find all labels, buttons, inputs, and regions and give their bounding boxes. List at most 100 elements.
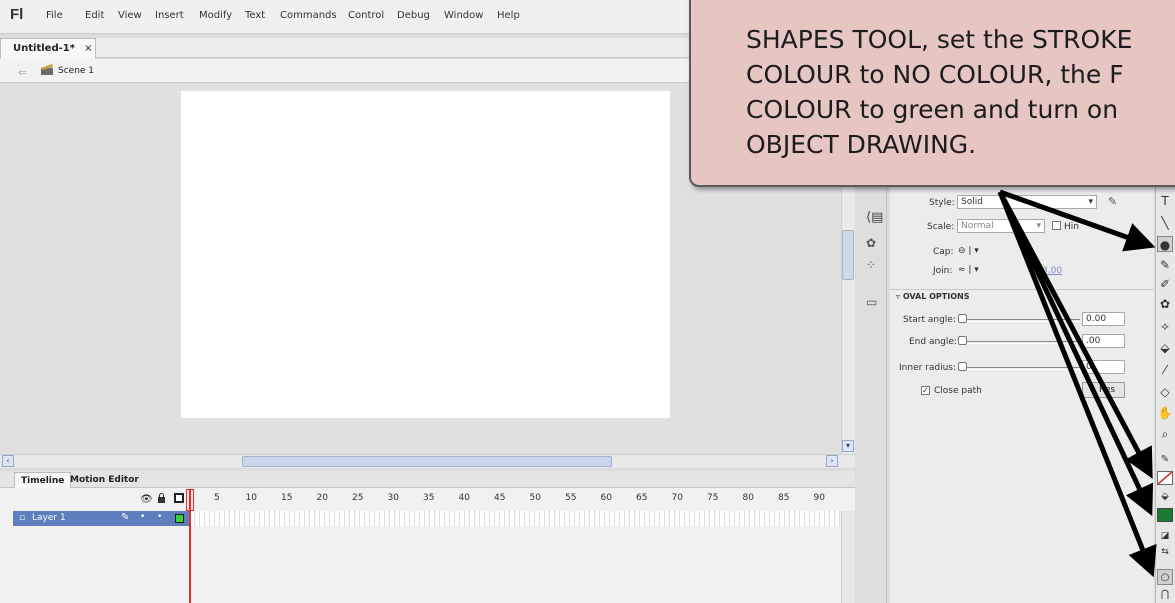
menu-modify[interactable]: Modify	[199, 10, 232, 21]
chevron-down-icon: ▾	[1088, 197, 1093, 207]
app-logo: Fl	[10, 6, 24, 23]
playhead[interactable]	[189, 489, 191, 603]
line-tool-icon[interactable]: ╲	[1157, 215, 1173, 231]
miter-value[interactable]: 3.00	[1042, 266, 1062, 276]
lock-icon[interactable]	[157, 493, 166, 503]
eraser-icon[interactable]: ◇	[1157, 384, 1173, 400]
frame-number: 80	[742, 493, 754, 503]
end-angle-slider[interactable]	[960, 341, 1080, 344]
layer-row[interactable]: ▫ Layer 1 ✎ • •	[13, 511, 190, 526]
bone-tool-icon[interactable]: ⟡	[1157, 318, 1173, 334]
horizontal-scroll-thumb[interactable]	[242, 456, 612, 467]
frame-number: 35	[423, 493, 435, 503]
edit-stroke-style-icon[interactable]: ✎	[1108, 195, 1117, 208]
menu-view[interactable]: View	[118, 10, 142, 21]
zoom-tool-icon[interactable]: ⌕	[1157, 426, 1173, 442]
chevron-down-icon: ▾	[1036, 221, 1041, 231]
pencil-tool-icon[interactable]: ✎	[1157, 257, 1173, 273]
menu-insert[interactable]: Insert	[155, 10, 184, 21]
snap-magnet-icon[interactable]: ⋂	[1157, 587, 1173, 603]
visibility-dot[interactable]: •	[140, 512, 145, 522]
frame-number: 60	[600, 493, 612, 503]
scene-label[interactable]: Scene 1	[58, 66, 94, 76]
fill-color-icon[interactable]: ⬙	[1157, 489, 1173, 505]
tab-motion-editor[interactable]: Motion Editor	[64, 472, 145, 488]
stroke-no-color-swatch[interactable]	[1157, 471, 1173, 485]
frame-number: 5	[214, 493, 220, 503]
style-select[interactable]: Solid ▾	[957, 195, 1097, 209]
frame-cells[interactable]	[190, 511, 840, 526]
fill-color-swatch[interactable]	[1157, 508, 1173, 522]
stage-canvas[interactable]	[181, 91, 670, 418]
scroll-left-icon[interactable]: ‹	[2, 455, 14, 467]
frame-number: 90	[813, 493, 825, 503]
menu-window[interactable]: Window	[444, 10, 483, 21]
style-label: Style:	[929, 198, 955, 208]
eye-icon[interactable]: 👁	[140, 494, 153, 505]
start-angle-knob[interactable]	[958, 314, 967, 323]
reset-button[interactable]: Res	[1082, 382, 1125, 398]
menu-control[interactable]: Control	[348, 10, 384, 21]
frame-number: 85	[778, 493, 790, 503]
tab-timeline[interactable]: Timeline	[14, 472, 72, 488]
document-tab[interactable]: Untitled-1* ×	[0, 38, 96, 59]
scale-value: Normal	[961, 221, 994, 231]
end-angle-input[interactable]: .00	[1082, 334, 1125, 348]
timeline-vscroll[interactable]	[841, 511, 855, 603]
lock-dot[interactable]: •	[157, 512, 162, 522]
swap-colors-icon[interactable]: ⇆	[1157, 544, 1173, 560]
color-icon[interactable]: ⁘	[866, 258, 876, 272]
menu-edit[interactable]: Edit	[85, 10, 104, 21]
align-icon[interactable]: ⟨▤	[866, 210, 883, 225]
document-tab-label: Untitled-1*	[13, 43, 75, 54]
frame-number: 10	[245, 493, 257, 503]
library-icon[interactable]: ▭	[866, 295, 877, 309]
vertical-scroll-thumb[interactable]	[842, 230, 854, 280]
layer-color-icon[interactable]	[175, 514, 184, 523]
stroke-color-icon[interactable]: ✎	[1157, 452, 1173, 468]
close-icon[interactable]: ×	[84, 43, 92, 54]
frame-number: 50	[529, 493, 541, 503]
start-angle-input[interactable]: 0.00	[1082, 312, 1125, 326]
menu-help[interactable]: Help	[497, 10, 520, 21]
brush-tool-icon[interactable]: ✐	[1157, 276, 1173, 292]
instruction-callout: SHAPES TOOL, set the STROKE COLOUR to NO…	[689, 0, 1175, 187]
join-select[interactable]: ≈ | ▾	[958, 265, 979, 275]
scroll-down-icon[interactable]: ▾	[842, 440, 854, 452]
oval-tool-icon[interactable]: ●	[1157, 236, 1173, 252]
hinting-label: Hin	[1064, 222, 1079, 232]
frame-number: 45	[494, 493, 506, 503]
close-path-checkbox[interactable]: ✓	[921, 386, 930, 395]
outline-icon[interactable]	[174, 493, 184, 503]
eyedropper-icon[interactable]: ⁄	[1157, 362, 1173, 378]
oval-options-header[interactable]: ▿ OVAL OPTIONS	[896, 292, 969, 301]
hand-tool-icon[interactable]: ✋	[1157, 405, 1173, 421]
black-white-icon[interactable]: ◪	[1157, 528, 1173, 544]
object-drawing-icon[interactable]: ○	[1157, 569, 1173, 585]
join-label: Join:	[933, 266, 953, 276]
hinting-checkbox[interactable]	[1052, 221, 1061, 230]
menu-debug[interactable]: Debug	[397, 10, 430, 21]
end-angle-knob[interactable]	[958, 336, 967, 345]
paint-bucket-icon[interactable]: ⬙	[1157, 340, 1173, 356]
inner-radius-slider[interactable]	[960, 367, 1080, 370]
collapse-icon: ▿	[896, 292, 903, 301]
inner-radius-input[interactable]: 0.	[1082, 360, 1125, 374]
text-tool-icon[interactable]: T	[1157, 193, 1173, 209]
start-angle-label: Start angle:	[903, 315, 956, 325]
inner-radius-knob[interactable]	[958, 362, 967, 371]
scale-select[interactable]: Normal ▾	[957, 219, 1045, 233]
back-arrow-icon[interactable]: ⇐	[18, 66, 27, 79]
cap-select[interactable]: ⊖ | ▾	[958, 246, 979, 256]
swatches-icon[interactable]: ✿	[866, 236, 876, 250]
oval-options-label: OVAL OPTIONS	[902, 292, 970, 301]
start-angle-slider[interactable]	[960, 319, 1080, 322]
menu-commands[interactable]: Commands	[280, 10, 337, 21]
deco-tool-icon[interactable]: ✿	[1157, 296, 1173, 312]
menu-text[interactable]: Text	[245, 10, 265, 21]
menu-file[interactable]: File	[46, 10, 63, 21]
layer-name[interactable]: Layer 1	[32, 513, 66, 523]
frame-number: 40	[458, 493, 470, 503]
scroll-right-icon[interactable]: ›	[826, 455, 838, 467]
end-angle-label: End angle:	[909, 337, 957, 347]
